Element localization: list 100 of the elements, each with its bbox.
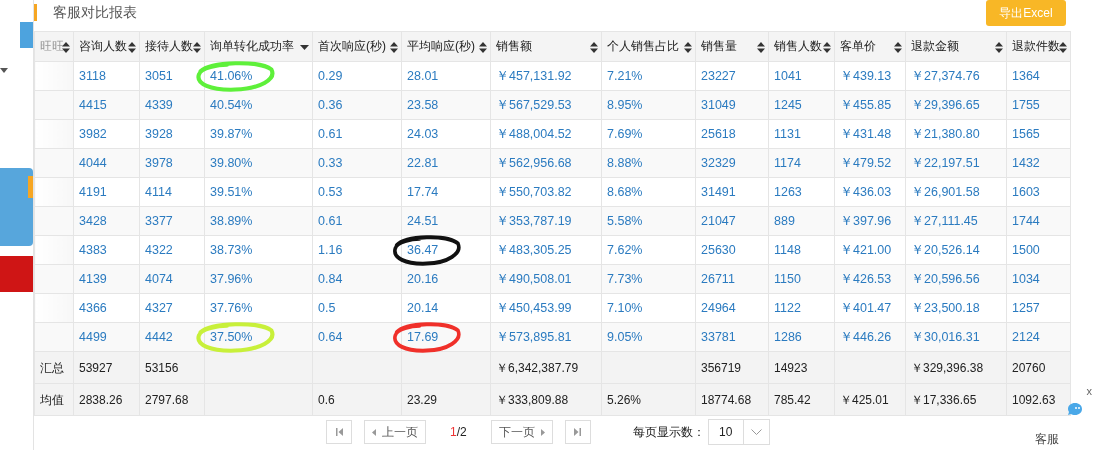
table-cell: 1603 — [1006, 177, 1071, 207]
table-cell: ￥353,787.19 — [490, 206, 602, 236]
table-cell: 1364 — [1006, 61, 1071, 91]
table-cell: 3928 — [139, 119, 205, 149]
table-cell: 889 — [768, 206, 835, 236]
table-cell: ￥446.26 — [834, 322, 906, 352]
table-cell: 8.88% — [601, 148, 696, 178]
table-cell: 1263 — [768, 177, 835, 207]
table-cell: ￥490,508.01 — [490, 264, 602, 294]
column-header[interactable]: 平均响应(秒) — [401, 31, 491, 62]
table-cell: 4191 — [73, 177, 140, 207]
table-cell: 31491 — [695, 177, 769, 207]
column-header[interactable]: 销售人数 — [768, 31, 835, 62]
table-cell: ￥455.85 — [834, 90, 906, 120]
table-cell: 25618 — [695, 119, 769, 149]
table-cell: 20760 — [1006, 351, 1071, 384]
sort-icon[interactable] — [590, 42, 598, 53]
column-header[interactable]: 客单价 — [834, 31, 906, 62]
table-cell: 53156 — [139, 351, 205, 384]
sort-icon[interactable] — [1059, 42, 1067, 53]
table-cell: 21047 — [695, 206, 769, 236]
table-cell: ￥567,529.53 — [490, 90, 602, 120]
table-cell: 0.5 — [312, 293, 402, 323]
table-cell: ￥333,809.88 — [490, 383, 602, 416]
table-cell: 1286 — [768, 322, 835, 352]
table-cell: 4366 — [73, 293, 140, 323]
table-cell: 2838.26 — [73, 383, 140, 416]
column-header[interactable]: 咨询人数 — [73, 31, 140, 62]
column-header[interactable]: 首次响应(秒) — [312, 31, 402, 62]
table-cell: 4383 — [73, 235, 140, 265]
table-cell: 7.62% — [601, 235, 696, 265]
column-header[interactable]: 退款金额 — [905, 31, 1007, 62]
table-cell: ￥436.03 — [834, 177, 906, 207]
first-page-button[interactable] — [326, 420, 352, 444]
table-cell: 7.10% — [601, 293, 696, 323]
sort-icon[interactable] — [193, 42, 201, 53]
table-cell: 4327 — [139, 293, 205, 323]
table-cell: 5.26% — [601, 383, 696, 416]
table-cell: 39.80% — [204, 148, 313, 178]
column-header[interactable]: 销售额 — [490, 31, 602, 62]
sort-icon[interactable] — [823, 42, 831, 53]
table-cell: 1041 — [768, 61, 835, 91]
chat-bubble-icon[interactable] — [1067, 402, 1083, 416]
table-cell: 3982 — [73, 119, 140, 149]
page-size-select[interactable]: 10 — [707, 419, 770, 445]
table-cell: 4114 — [139, 177, 205, 207]
table-cell: 7.73% — [601, 264, 696, 294]
table-cell: 20.16 — [401, 264, 491, 294]
next-page-button[interactable]: 下一页 — [490, 420, 553, 444]
page-size-label: 每页显示数： — [632, 423, 705, 441]
table-cell: 3118 — [73, 61, 140, 91]
table-cell: ￥425.01 — [834, 383, 906, 416]
table-cell: 1131 — [768, 119, 835, 149]
table-cell: 3978 — [139, 148, 205, 178]
column-header[interactable]: 个人销售占比 — [601, 31, 696, 62]
table-cell: ￥421.00 — [834, 235, 906, 265]
table-cell: 53927 — [73, 351, 140, 384]
table-cell: ￥488,004.52 — [490, 119, 602, 149]
column-header[interactable]: 接待人数 — [139, 31, 205, 62]
table-cell: ￥29,396.65 — [905, 90, 1007, 120]
table-cell: 8.68% — [601, 177, 696, 207]
sort-icon[interactable] — [390, 42, 398, 53]
table-cell: 9.05% — [601, 322, 696, 352]
table-cell: ￥397.96 — [834, 206, 906, 236]
table-cell: 0.33 — [312, 148, 402, 178]
sort-icon[interactable] — [128, 42, 136, 53]
left-triangle-icon — [372, 428, 376, 436]
sort-icon[interactable] — [479, 42, 487, 53]
column-header[interactable]: 退款件数 — [1006, 31, 1071, 62]
caret-icon[interactable] — [0, 68, 8, 73]
table-cell: 1148 — [768, 235, 835, 265]
close-button[interactable]: x — [1086, 385, 1092, 397]
table-cell: 37.96% — [204, 264, 313, 294]
table-cell: ￥6,342,387.79 — [490, 351, 602, 384]
table-cell: 33781 — [695, 322, 769, 352]
table-cell: 38.89% — [204, 206, 313, 236]
sort-icon[interactable] — [757, 42, 765, 53]
customer-service-label[interactable]: 客服 — [1035, 431, 1059, 448]
table-cell: 1034 — [1006, 264, 1071, 294]
table-cell: 8.95% — [601, 90, 696, 120]
table-cell: 23.58 — [401, 90, 491, 120]
sort-icon[interactable] — [894, 42, 902, 53]
sort-icon[interactable] — [684, 42, 692, 53]
sort-icon[interactable] — [995, 42, 1003, 53]
table-cell: ￥27,374.76 — [905, 61, 1007, 91]
last-page-button[interactable] — [564, 420, 591, 444]
table-cell: 25630 — [695, 235, 769, 265]
table-cell: 汇总 — [34, 351, 74, 384]
table-cell: 24.03 — [401, 119, 491, 149]
sort-icon[interactable] — [62, 42, 70, 53]
column-header[interactable]: 销售量 — [695, 31, 769, 62]
table-cell: ￥479.52 — [834, 148, 906, 178]
table-cell: 5.58% — [601, 206, 696, 236]
column-header[interactable]: 询单转化成功率 — [204, 31, 313, 62]
table-cell: 2124 — [1006, 322, 1071, 352]
table-cell: ￥426.53 — [834, 264, 906, 294]
table-cell: 1174 — [768, 148, 835, 178]
sort-down-icon[interactable] — [300, 45, 309, 50]
first-page-icon — [335, 428, 343, 436]
previous-page-button[interactable]: 上一页 — [364, 420, 426, 444]
